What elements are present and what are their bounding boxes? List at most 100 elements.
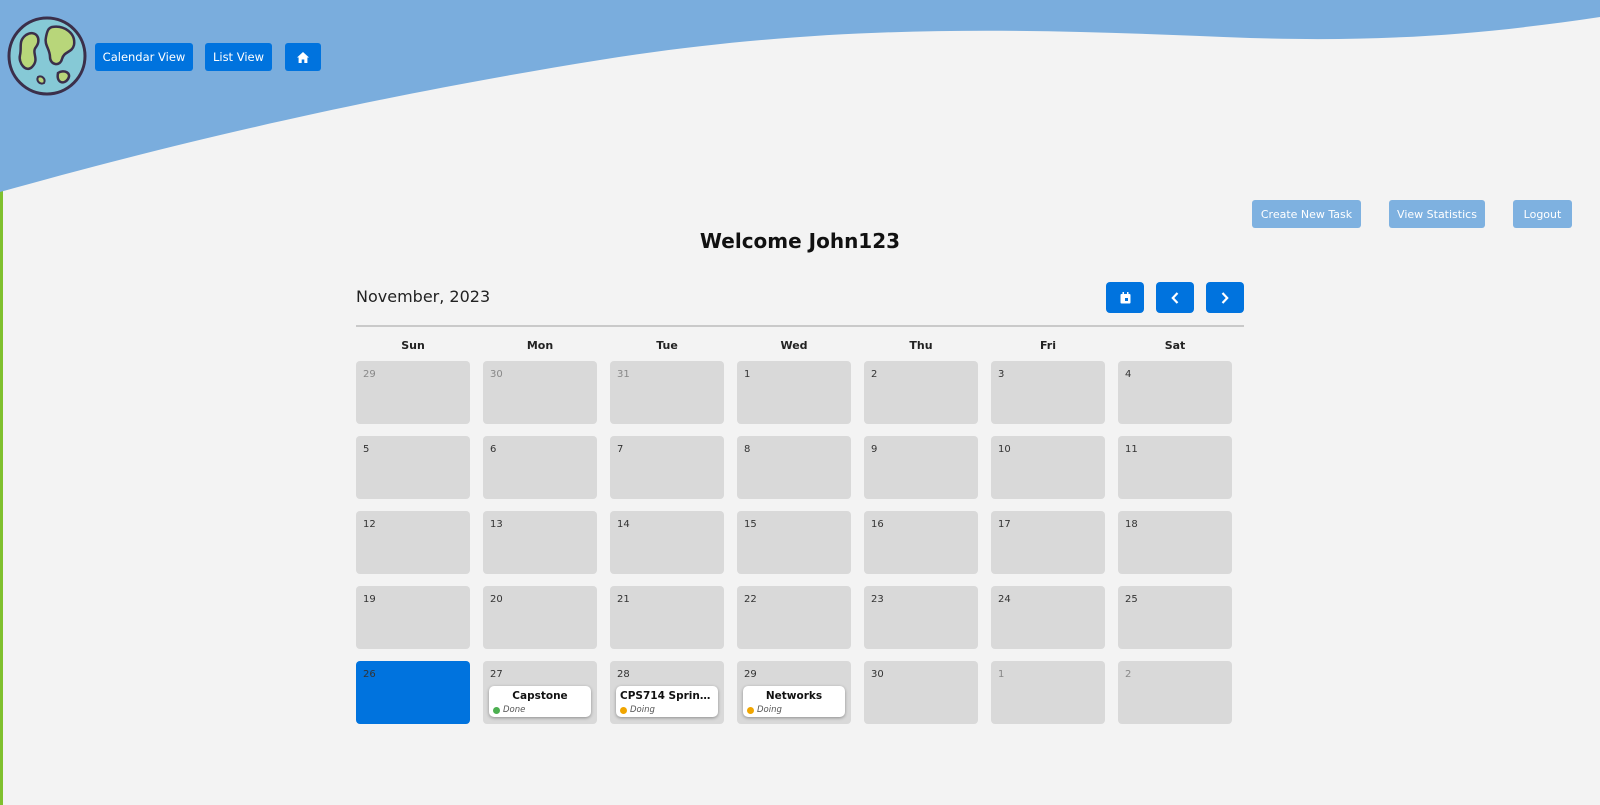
weekday-header: Tue — [656, 339, 678, 352]
day-number: 30 — [871, 669, 884, 680]
day-number: 1 — [998, 669, 1005, 680]
day-number: 12 — [363, 519, 376, 530]
calendar-day[interactable]: 25 — [1118, 586, 1232, 649]
calendar-day[interactable]: 17 — [991, 511, 1105, 574]
calendar-day[interactable]: 8 — [737, 436, 851, 499]
day-number: 31 — [617, 369, 630, 380]
list-view-button[interactable]: List View — [205, 43, 272, 71]
calendar-icon — [1120, 291, 1130, 303]
day-number: 6 — [490, 444, 497, 455]
task-status-label: Doing — [630, 705, 655, 715]
calendar-day[interactable]: 22 — [737, 586, 851, 649]
day-number: 29 — [744, 669, 757, 680]
month-label: November, 2023 — [356, 287, 491, 306]
calendar-day-today[interactable]: 26 — [356, 661, 470, 724]
calendar-day[interactable]: 19 — [356, 586, 470, 649]
day-number: 19 — [363, 594, 376, 605]
day-number: 27 — [490, 669, 503, 680]
calendar-day[interactable]: 20 — [483, 586, 597, 649]
create-new-task-button[interactable]: Create New Task — [1252, 200, 1361, 228]
calendar-day[interactable]: 30 — [483, 361, 597, 424]
calendar-day[interactable]: 30 — [864, 661, 978, 724]
task-card[interactable]: CPS714 Sprint 4 D... Doing — [616, 686, 718, 717]
day-number: 22 — [744, 594, 757, 605]
calendar-view-button[interactable]: Calendar View — [95, 43, 193, 71]
day-number: 17 — [998, 519, 1011, 530]
weekday-header: Sun — [401, 339, 425, 352]
calendar-day[interactable]: 31 — [610, 361, 724, 424]
day-number: 3 — [998, 369, 1005, 380]
day-number: 15 — [744, 519, 757, 530]
header-wave — [0, 0, 1600, 192]
view-statistics-button[interactable]: View Statistics — [1389, 200, 1485, 228]
day-number: 29 — [363, 369, 376, 380]
day-number: 4 — [1125, 369, 1132, 380]
day-number: 2 — [1125, 669, 1132, 680]
calendar-day[interactable]: 24 — [991, 586, 1105, 649]
calendar-day[interactable]: 1 — [991, 661, 1105, 724]
calendar-day[interactable]: 12 — [356, 511, 470, 574]
task-card[interactable]: Capstone Done — [489, 686, 591, 717]
calendar-day[interactable]: 4 — [1118, 361, 1232, 424]
day-number: 21 — [617, 594, 630, 605]
calendar-day[interactable]: 5 — [356, 436, 470, 499]
calendar-day[interactable]: 7 — [610, 436, 724, 499]
day-number: 11 — [1125, 444, 1138, 455]
welcome-heading: Welcome John123 — [699, 229, 901, 253]
day-number: 28 — [617, 669, 630, 680]
calendar-day[interactable]: 29 Networks Doing — [737, 661, 851, 724]
day-number: 2 — [871, 369, 878, 380]
task-status-label: Doing — [757, 705, 782, 715]
weekday-header: Thu — [909, 339, 933, 352]
calendar-day[interactable]: 6 — [483, 436, 597, 499]
calendar-day[interactable]: 9 — [864, 436, 978, 499]
day-number: 7 — [617, 444, 624, 455]
calendar-day[interactable]: 2 — [864, 361, 978, 424]
day-number: 23 — [871, 594, 884, 605]
status-dot-icon — [747, 706, 754, 714]
weekday-header: Wed — [780, 339, 808, 352]
day-number: 16 — [871, 519, 884, 530]
task-card[interactable]: Networks Doing — [743, 686, 845, 717]
chevron-left-icon — [1171, 291, 1179, 304]
calendar-day[interactable]: 23 — [864, 586, 978, 649]
day-number: 10 — [998, 444, 1011, 455]
task-status: Done — [493, 705, 525, 715]
calendar-day[interactable]: 2 — [1118, 661, 1232, 724]
day-number: 13 — [490, 519, 503, 530]
calendar-day[interactable]: 1 — [737, 361, 851, 424]
task-title: Networks — [765, 690, 823, 702]
calendar-day[interactable]: 13 — [483, 511, 597, 574]
calendar-day[interactable]: 28 CPS714 Sprint 4 D... Doing — [610, 661, 724, 724]
calendar-day[interactable]: 21 — [610, 586, 724, 649]
logout-button[interactable]: Logout — [1513, 200, 1572, 228]
previous-month-button[interactable] — [1156, 282, 1194, 313]
calendar-day[interactable]: 18 — [1118, 511, 1232, 574]
calendar-day[interactable]: 11 — [1118, 436, 1232, 499]
status-dot-icon — [493, 706, 500, 714]
calendar-day[interactable]: 16 — [864, 511, 978, 574]
day-number: 1 — [744, 369, 751, 380]
home-button[interactable] — [285, 43, 321, 71]
day-number: 20 — [490, 594, 503, 605]
today-button[interactable] — [1106, 282, 1144, 313]
day-number: 9 — [871, 444, 878, 455]
calendar-day[interactable]: 15 — [737, 511, 851, 574]
task-status: Doing — [620, 705, 655, 715]
task-status: Doing — [747, 705, 782, 715]
calendar-day[interactable]: 27 Capstone Done — [483, 661, 597, 724]
day-number: 24 — [998, 594, 1011, 605]
task-title: CPS714 Sprint 4 D... — [620, 690, 714, 702]
weekday-header: Mon — [526, 339, 554, 352]
next-month-button[interactable] — [1206, 282, 1244, 313]
calendar-day[interactable]: 29 — [356, 361, 470, 424]
calendar-day[interactable]: 14 — [610, 511, 724, 574]
day-number: 8 — [744, 444, 751, 455]
calendar-day[interactable]: 10 — [991, 436, 1105, 499]
day-number: 5 — [363, 444, 370, 455]
day-number: 25 — [1125, 594, 1138, 605]
calendar-day[interactable]: 3 — [991, 361, 1105, 424]
day-number: 30 — [490, 369, 503, 380]
weekday-header: Sat — [1164, 339, 1186, 352]
task-title: Capstone — [512, 690, 568, 702]
